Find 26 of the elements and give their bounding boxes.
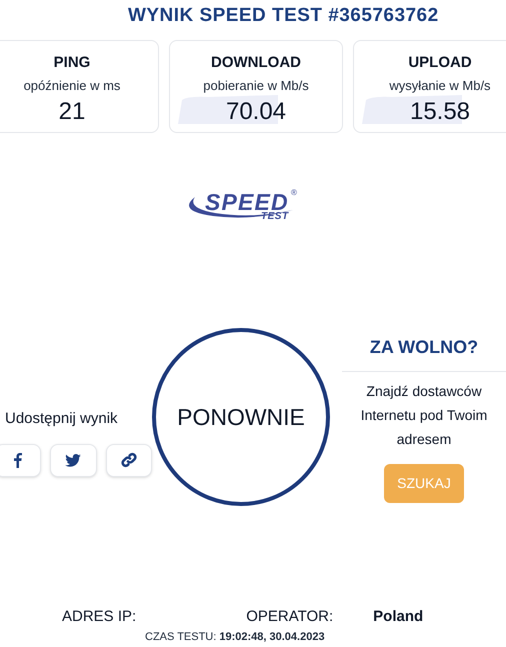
operator-value: Poland (373, 607, 424, 627)
metric-value: 70.04 (226, 97, 286, 127)
test-time: CZAS TESTU: 19:02:48, 30.04.2023 (145, 630, 325, 645)
metric-label: DOWNLOAD (211, 53, 301, 73)
metric-sublabel: wysyłanie w Mb/s (389, 76, 491, 95)
page-title: WYNIK SPEED TEST #365763762 (128, 4, 439, 28)
share-button[interactable] (0, 444, 42, 476)
share-button[interactable] (106, 444, 152, 476)
link-icon (120, 452, 137, 468)
operator-label: OPERATOR: (246, 607, 334, 627)
metric-sublabel: opóźnienie w ms (24, 76, 120, 95)
logo-subword: TEST (261, 212, 289, 222)
too-slow-title: ZA WOLNO? (370, 336, 478, 359)
bird-icon (65, 454, 82, 466)
ip-label: ADRES IP: (62, 607, 136, 627)
share-button[interactable] (50, 444, 97, 476)
metric-label: PING (54, 53, 90, 73)
metric-label: UPLOAD (408, 53, 472, 73)
facebook-icon (14, 452, 22, 468)
registered-mark: ® (291, 189, 297, 197)
metric-value: 15.58 (410, 97, 470, 127)
retry-button[interactable]: PONOWNIE (152, 328, 330, 506)
metric-value: 21 (58, 97, 86, 127)
share-label: Udostępnij wynik (5, 409, 119, 429)
metric-sublabel: pobieranie w Mb/s (203, 76, 309, 95)
too-slow-text: Znajdź dostawców Internetu pod Twoim adresem (360, 382, 488, 449)
